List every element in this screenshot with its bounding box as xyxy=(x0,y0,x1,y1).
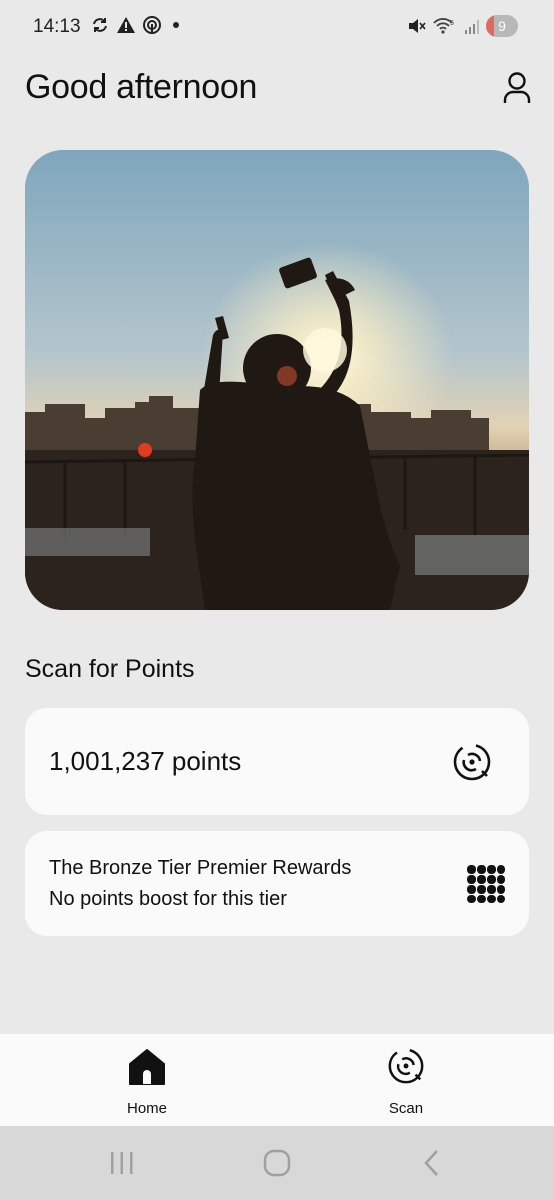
tier-grid-icon xyxy=(467,865,505,903)
svg-text:5: 5 xyxy=(450,20,454,27)
home-icon xyxy=(129,1049,165,1085)
mute-icon xyxy=(409,19,426,33)
signal-icon xyxy=(465,20,479,34)
status-icons-left xyxy=(90,15,184,35)
home-circle-icon xyxy=(263,1149,291,1177)
status-icons-right: 5 9 xyxy=(406,15,518,37)
battery-indicator: 9 xyxy=(486,15,518,37)
nav-label-scan: Scan xyxy=(388,1100,424,1117)
battery-level: 9 xyxy=(498,18,506,34)
sync-icon xyxy=(93,18,107,32)
scan-icon[interactable] xyxy=(451,741,493,783)
bottom-nav: Home Scan xyxy=(0,1034,554,1126)
points-balance: 1,001,237 points xyxy=(49,746,242,776)
back-icon xyxy=(424,1150,438,1176)
alert-icon xyxy=(117,17,135,33)
tier-name: The Bronze Tier Premier Rewards xyxy=(49,857,352,879)
back-button[interactable] xyxy=(412,1148,452,1178)
system-nav-bar xyxy=(0,1126,554,1200)
status-time: 14:13 xyxy=(33,16,81,37)
page-title: Good afternoon xyxy=(25,68,258,106)
wifi-5g-icon: 5 xyxy=(433,18,454,34)
nav-item-scan[interactable]: Scan xyxy=(336,1034,476,1126)
recents-button[interactable] xyxy=(102,1148,142,1178)
system-home-button[interactable] xyxy=(257,1148,297,1178)
data-saver-icon xyxy=(143,16,161,34)
nav-label-home: Home xyxy=(126,1100,167,1117)
hero-image xyxy=(25,150,529,610)
scan-icon xyxy=(388,1048,424,1084)
recents-icon xyxy=(111,1152,133,1174)
tier-boost: No points boost for this tier xyxy=(49,888,287,910)
status-bar: 14:13 5 9 xyxy=(0,0,554,56)
section-title: Scan for Points xyxy=(25,655,195,683)
hero-photo xyxy=(25,150,529,610)
points-card[interactable]: 1,001,237 points xyxy=(25,708,529,815)
tier-card[interactable]: The Bronze Tier Premier Rewards No point… xyxy=(25,831,529,936)
dot-icon xyxy=(173,22,179,28)
person-icon xyxy=(503,72,531,103)
nav-item-home[interactable]: Home xyxy=(77,1034,217,1126)
profile-button[interactable] xyxy=(497,68,537,108)
